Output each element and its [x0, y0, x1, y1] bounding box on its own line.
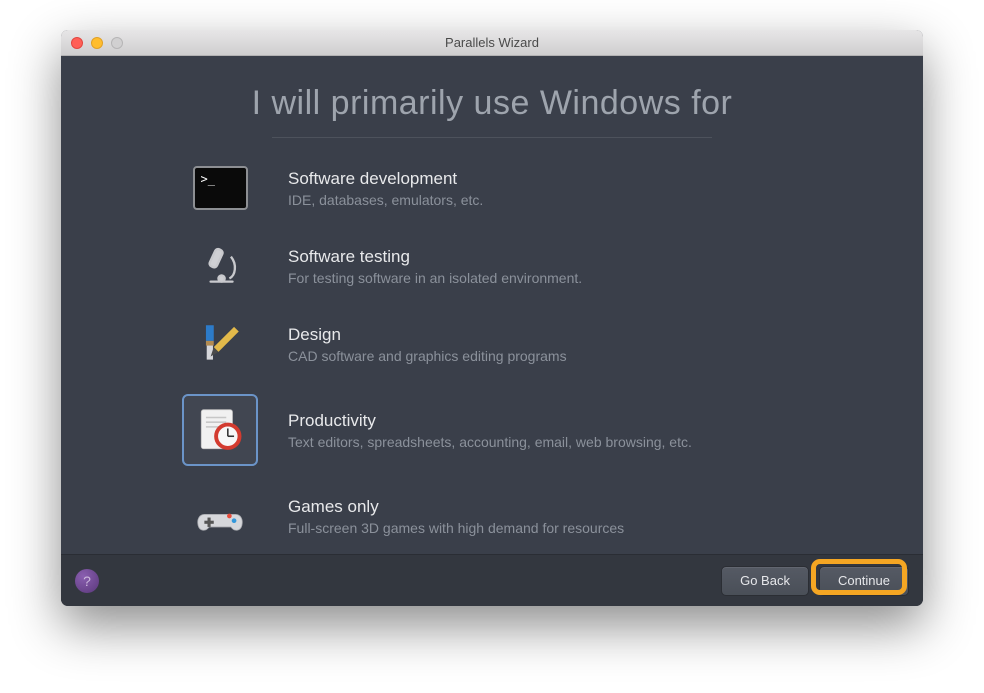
- minimize-icon[interactable]: [91, 37, 103, 49]
- option-title: Software development: [288, 169, 802, 189]
- productivity-clock-icon: [182, 394, 258, 466]
- window-controls: [61, 37, 123, 49]
- option-desc: For testing software in an isolated envi…: [288, 270, 802, 286]
- option-software-development[interactable]: >_ Software development IDE, databases, …: [182, 160, 802, 216]
- continue-button[interactable]: Continue: [819, 566, 909, 596]
- help-icon[interactable]: ?: [75, 569, 99, 593]
- option-title: Software testing: [288, 247, 802, 267]
- wizard-window: Parallels Wizard I will primarily use Wi…: [61, 30, 923, 606]
- option-title: Productivity: [288, 411, 802, 431]
- titlebar: Parallels Wizard: [61, 30, 923, 56]
- window-title: Parallels Wizard: [61, 35, 923, 50]
- terminal-icon: >_: [182, 160, 258, 216]
- close-icon[interactable]: [71, 37, 83, 49]
- option-desc: CAD software and graphics editing progra…: [288, 348, 802, 364]
- footer: ? Go Back Continue: [61, 554, 923, 606]
- option-desc: IDE, databases, emulators, etc.: [288, 192, 802, 208]
- go-back-button[interactable]: Go Back: [721, 566, 809, 596]
- option-desc: Full-screen 3D games with high demand fo…: [288, 520, 802, 536]
- option-list: >_ Software development IDE, databases, …: [182, 160, 802, 544]
- design-tools-icon: [182, 316, 258, 372]
- option-design[interactable]: Design CAD software and graphics editing…: [182, 316, 802, 372]
- option-software-testing[interactable]: Software testing For testing software in…: [182, 238, 802, 294]
- game-controller-icon: [182, 488, 258, 544]
- option-games-only[interactable]: Games only Full-screen 3D games with hig…: [182, 488, 802, 544]
- option-title: Design: [288, 325, 802, 345]
- option-title: Games only: [288, 497, 802, 517]
- zoom-icon: [111, 37, 123, 49]
- option-desc: Text editors, spreadsheets, accounting, …: [288, 434, 802, 450]
- footer-buttons: Go Back Continue: [721, 566, 909, 596]
- option-productivity[interactable]: Productivity Text editors, spreadsheets,…: [182, 394, 802, 466]
- page-heading: I will primarily use Windows for: [111, 84, 873, 123]
- wizard-content: I will primarily use Windows for >_ Soft…: [61, 56, 923, 554]
- divider: [272, 137, 712, 138]
- microscope-icon: [182, 238, 258, 294]
